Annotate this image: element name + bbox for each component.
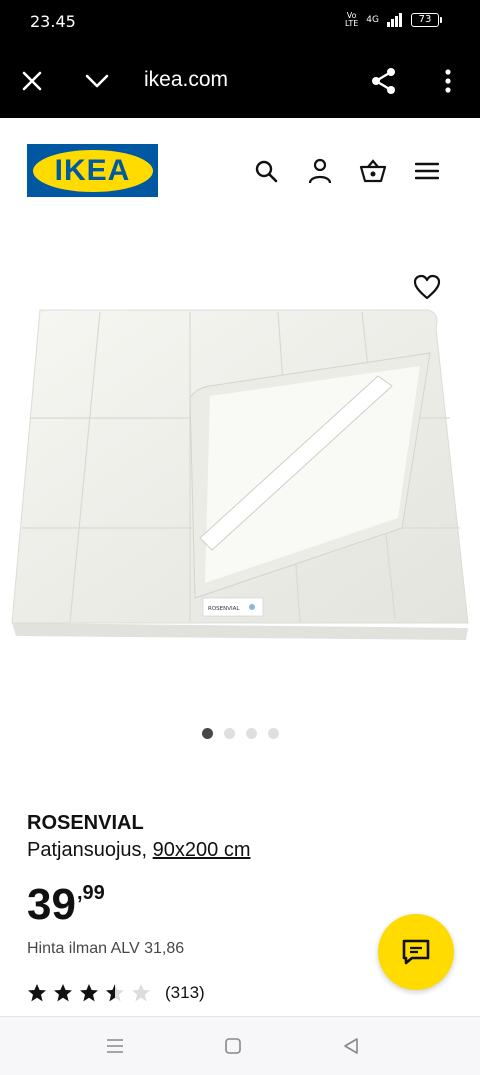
carousel-dot-3[interactable] [245,728,257,739]
product-type: Patjansuojus, [27,839,148,861]
carousel-dot-4[interactable] [267,728,279,739]
carousel-indicators [0,728,480,744]
chat-icon [402,939,430,965]
star-empty-icon [132,984,150,1002]
battery-icon: 73 [411,13,442,27]
ikea-logo[interactable]: IKEA [27,144,158,197]
share-icon[interactable] [367,64,401,98]
star-full-icon [80,984,98,1002]
mattress-protector-image: ROSENVIAL [11,309,469,640]
product-description: Patjansuojus, 90x200 cm [27,839,250,862]
network-type: 4G [366,15,379,25]
logo-text: IKEA [54,153,131,187]
back-icon[interactable] [338,1033,364,1059]
recents-icon[interactable] [102,1033,128,1059]
volte-indicator: Vo LTE [345,11,359,28]
system-nav-bar [0,1016,480,1075]
site-header: IKEA [0,118,480,228]
menu-icon[interactable] [412,156,442,186]
carousel-dot-1[interactable] [201,728,213,739]
carousel-dot-2[interactable] [223,728,235,739]
signal-icon [387,13,402,27]
browser-toolbar: ikea.com [0,44,480,118]
price-decimal: ,99 [76,882,105,904]
star-full-icon [54,984,72,1002]
star-full-icon [28,984,46,1002]
price-integer: 39 [27,880,76,929]
product-size-link[interactable]: 90x200 cm [153,839,251,861]
product-name: ROSENVIAL [27,812,144,834]
chat-button[interactable] [378,914,454,990]
status-time: 23.45 [30,12,76,31]
battery-level: 73 [411,13,439,27]
search-icon[interactable] [251,156,281,186]
rating-count[interactable]: (313) [165,983,205,1003]
close-icon[interactable] [15,64,49,98]
product-tag-text: ROSENVIAL [208,606,240,612]
favourite-heart-icon[interactable] [412,272,442,302]
chevron-down-icon[interactable] [80,64,114,98]
status-bar: 23.45 Vo LTE 4G 73 [0,0,480,44]
rating[interactable]: (313) [27,983,205,1003]
product-price: 39,99 [27,880,105,930]
more-vert-icon[interactable] [431,64,465,98]
star-half-icon [106,984,124,1002]
status-indicators: Vo LTE 4G 73 [345,12,442,28]
home-icon[interactable] [220,1033,246,1059]
user-icon[interactable] [305,156,335,186]
url-text[interactable]: ikea.com [144,68,228,92]
price-excluding-vat: Hinta ilman ALV 31,86 [27,940,185,957]
product-image[interactable]: ROSENVIAL [0,228,480,718]
basket-icon[interactable] [358,156,388,186]
